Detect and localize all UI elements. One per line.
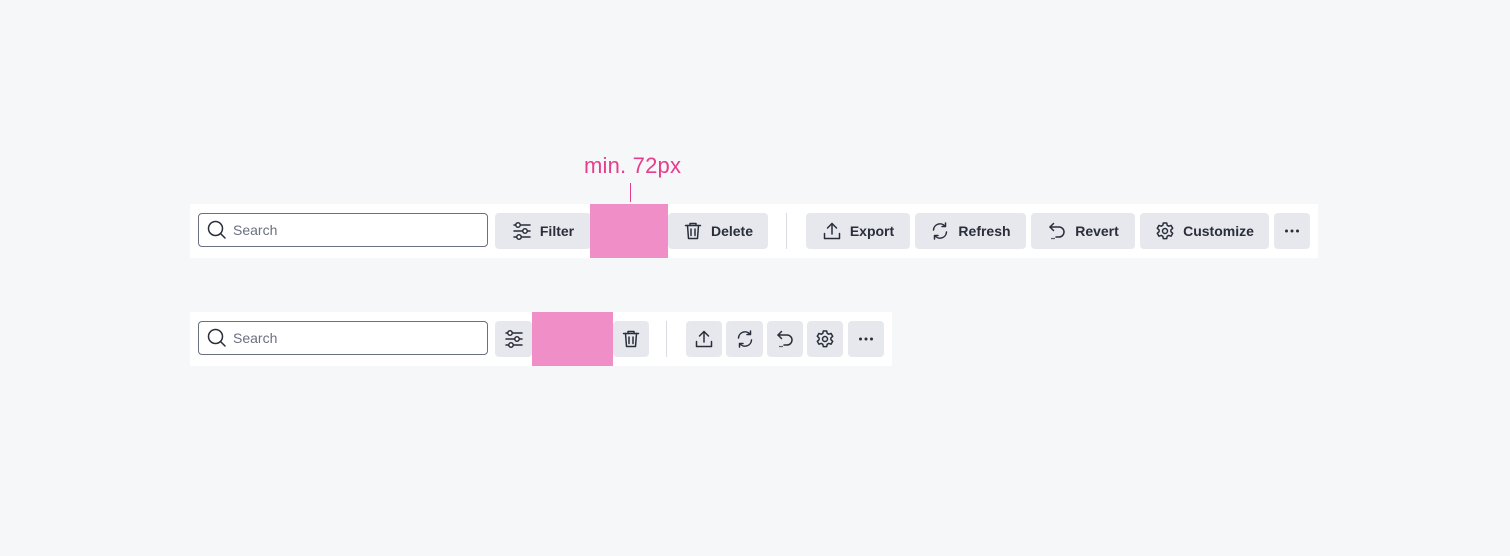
search-icon (207, 328, 226, 347)
upload-icon (823, 222, 841, 240)
trash-icon (684, 222, 702, 240)
search-field[interactable] (198, 213, 488, 247)
spacing-annotation-label: min. 72px (584, 153, 682, 178)
customize-button-label: Customize (1183, 223, 1254, 239)
customize-button[interactable] (807, 321, 843, 357)
refresh-icon (737, 330, 752, 348)
delete-button-label: Delete (710, 223, 754, 239)
more-icon (1285, 229, 1299, 233)
toolbar-divider (786, 213, 787, 249)
toolbar-compact (190, 312, 892, 366)
filter-button[interactable] (495, 321, 532, 357)
revert-icon (777, 330, 793, 348)
upload-icon (695, 330, 713, 348)
export-button[interactable] (686, 321, 722, 357)
customize-button[interactable]: Customize (1140, 213, 1269, 249)
delete-button[interactable] (613, 321, 649, 357)
revert-button[interactable]: Revert (1031, 213, 1135, 249)
more-button[interactable] (1274, 213, 1310, 249)
revert-button[interactable] (767, 321, 803, 357)
gear-icon (816, 330, 834, 348)
refresh-button[interactable]: Refresh (915, 213, 1026, 249)
export-button-label: Export (849, 223, 895, 239)
search-input[interactable] (233, 330, 463, 346)
more-button[interactable] (848, 321, 884, 357)
refresh-icon (933, 222, 948, 240)
filter-button[interactable]: Filter (495, 213, 591, 249)
min-spacing-highlight (532, 312, 613, 366)
search-field[interactable] (198, 321, 488, 355)
search-icon (207, 220, 226, 239)
toolbar-full: Filter Delete Export Ref (190, 204, 1318, 258)
min-spacing-highlight (590, 204, 668, 258)
filter-button-label: Filter (539, 223, 575, 239)
revert-icon (1049, 222, 1065, 240)
more-icon (859, 337, 873, 341)
toolbar-divider (666, 321, 667, 357)
revert-button-label: Revert (1075, 223, 1119, 239)
filter-icon (513, 222, 531, 240)
trash-icon (622, 330, 640, 348)
filter-icon (504, 330, 523, 348)
export-button[interactable]: Export (806, 213, 910, 249)
gear-icon (1156, 222, 1174, 240)
refresh-button[interactable] (726, 321, 763, 357)
delete-button[interactable]: Delete (668, 213, 768, 249)
search-input[interactable] (233, 222, 463, 238)
spacing-annotation-line (630, 183, 631, 202)
refresh-button-label: Refresh (958, 223, 1011, 239)
